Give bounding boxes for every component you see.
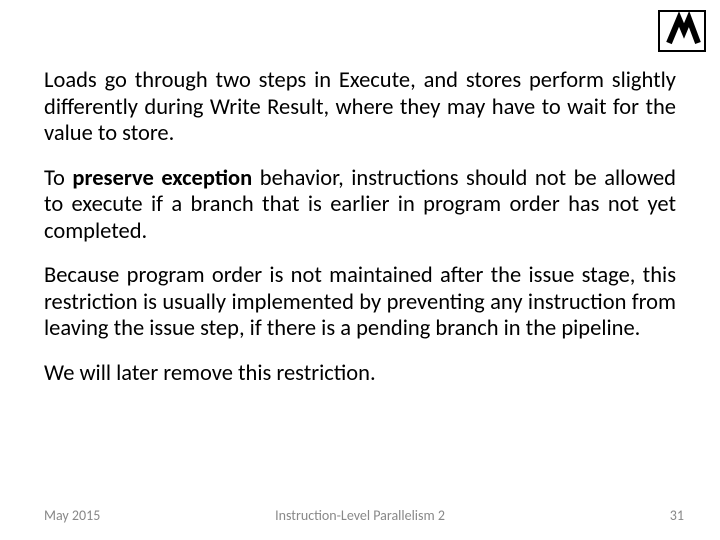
paragraph-4: We will later remove this restriction. — [44, 361, 676, 388]
institution-logo — [658, 10, 706, 57]
text: Because program order is not maintained … — [44, 262, 676, 342]
footer-page-number: 31 — [670, 507, 684, 524]
footer-title: Instruction-Level Parallelism 2 — [0, 507, 720, 524]
text: We will later remove this restriction. — [44, 360, 376, 387]
text: To — [44, 165, 72, 192]
slide: Loads go through two steps in Execute, a… — [0, 0, 720, 540]
text: Loads go through two steps in Execute, a… — [44, 67, 676, 147]
paragraph-2: To preserve exception behavior, instruct… — [44, 166, 676, 246]
emphasis: preserve exception — [72, 165, 252, 192]
body-content: Loads go through two steps in Execute, a… — [44, 68, 676, 405]
paragraph-1: Loads go through two steps in Execute, a… — [44, 68, 676, 148]
paragraph-3: Because program order is not maintained … — [44, 263, 676, 343]
